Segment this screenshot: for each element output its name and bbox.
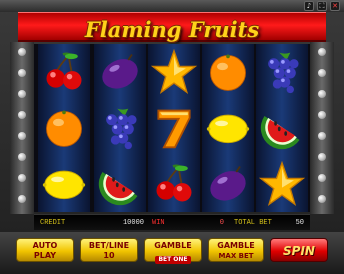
fullscreen-icon[interactable]: ⛶ bbox=[317, 1, 327, 11]
light-bulb bbox=[318, 48, 326, 56]
light-bulb bbox=[318, 111, 326, 119]
light-bulb bbox=[318, 153, 326, 161]
credit-label: CREDIT bbox=[40, 219, 66, 227]
light-bulb bbox=[318, 132, 326, 140]
light-bulb bbox=[318, 195, 326, 203]
light-bulb bbox=[18, 153, 26, 161]
light-bulb bbox=[318, 69, 326, 77]
cherries-symbol bbox=[38, 44, 90, 100]
star-symbol bbox=[148, 44, 200, 100]
watermelon-symbol bbox=[94, 156, 146, 212]
reel-1 bbox=[38, 44, 90, 212]
win-value: 0 bbox=[219, 219, 224, 227]
right-light-rail bbox=[310, 42, 334, 214]
sound-icon[interactable]: ♪ bbox=[304, 1, 314, 11]
auto-play-button[interactable]: AUTO PLAY bbox=[16, 238, 74, 262]
title-banner: Flaming Fruits bbox=[18, 12, 326, 42]
light-bulb bbox=[318, 174, 326, 182]
star-symbol bbox=[256, 156, 308, 212]
light-bulb bbox=[18, 195, 26, 203]
bet-line-button[interactable]: BET/LINE 10 bbox=[80, 238, 138, 262]
reel-2 bbox=[94, 44, 146, 212]
gamble-max-bet-button[interactable]: GAMBLE MAX BET bbox=[208, 238, 264, 262]
cherries-symbol bbox=[148, 156, 200, 212]
spin-button[interactable]: SPIN bbox=[270, 238, 328, 262]
reel-window bbox=[34, 44, 310, 212]
credit-value: 10000 bbox=[122, 219, 144, 227]
reel-3 bbox=[148, 44, 200, 212]
gamble-bet-one-button[interactable]: GAMBLE BET ONE bbox=[144, 238, 202, 264]
orange-symbol bbox=[202, 44, 254, 100]
slot-machine-cabinet: ♪ ⛶ ✕ Flaming Fruits CREDIT 10000 WIN 0 … bbox=[0, 0, 344, 274]
bet-line-label: BET/LINE bbox=[88, 241, 130, 250]
bet-one-label: BET ONE bbox=[155, 256, 191, 264]
top-controls: ♪ ⛶ ✕ bbox=[304, 1, 340, 11]
left-light-rail bbox=[10, 42, 34, 214]
gamble-label: GAMBLE bbox=[154, 241, 192, 250]
lemon-symbol bbox=[38, 156, 90, 212]
lemon-symbol bbox=[202, 100, 254, 156]
close-icon[interactable]: ✕ bbox=[330, 1, 340, 11]
total-bet-label: TOTAL BET bbox=[234, 219, 272, 227]
light-bulb bbox=[18, 174, 26, 182]
watermelon-symbol bbox=[256, 100, 308, 156]
max-bet-label: MAX BET bbox=[218, 252, 254, 260]
light-bulb bbox=[18, 69, 26, 77]
gamble-label: GAMBLE bbox=[217, 241, 255, 250]
light-bulb bbox=[18, 111, 26, 119]
plum-symbol bbox=[202, 156, 254, 212]
top-bar: ♪ ⛶ ✕ bbox=[0, 0, 344, 12]
light-bulb bbox=[318, 90, 326, 98]
grapes-symbol bbox=[256, 44, 308, 100]
reel-4 bbox=[202, 44, 254, 212]
win-label: WIN bbox=[152, 219, 165, 227]
seven-symbol bbox=[148, 100, 200, 156]
bet-line-value: 10 bbox=[103, 251, 115, 260]
info-bar: CREDIT 10000 WIN 0 TOTAL BET 50 bbox=[34, 214, 310, 230]
grapes-symbol bbox=[94, 100, 146, 156]
reel-5 bbox=[256, 44, 308, 212]
plum-symbol bbox=[94, 44, 146, 100]
light-bulb bbox=[18, 48, 26, 56]
light-bulb bbox=[18, 90, 26, 98]
light-bulb bbox=[18, 132, 26, 140]
orange-symbol bbox=[38, 100, 90, 156]
auto-play-label-2: PLAY bbox=[33, 251, 57, 260]
auto-play-label-1: AUTO bbox=[32, 241, 58, 250]
game-title: Flaming Fruits bbox=[84, 17, 260, 42]
total-bet-value: 50 bbox=[295, 219, 304, 227]
